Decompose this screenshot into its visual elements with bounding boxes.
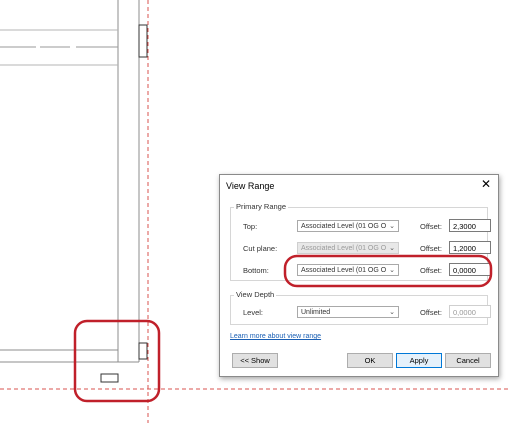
bottom-level-value: Associated Level (01 OG O — [301, 267, 387, 274]
depth-level-label: Level: — [243, 308, 264, 317]
top-level-value: Associated Level (01 OG O — [301, 223, 387, 230]
primary-range-label: Primary Range — [234, 202, 289, 211]
close-icon[interactable]: ✕ — [481, 178, 491, 190]
depth-offset-label: Offset: — [420, 308, 442, 317]
show-button[interactable]: << Show — [232, 353, 278, 368]
chevron-down-icon: ⌄ — [389, 267, 395, 274]
bottom-offset-label: Offset: — [420, 266, 442, 275]
learn-more-link[interactable]: Learn more about view range — [230, 333, 321, 340]
top-offset-label: Offset: — [420, 222, 442, 231]
ok-button[interactable]: OK — [347, 353, 393, 368]
chevron-down-icon: ⌄ — [389, 245, 395, 252]
dialog-title: View Range — [226, 181, 275, 191]
cut-plane-label: Cut plane: — [243, 244, 278, 253]
apply-button[interactable]: Apply — [396, 353, 442, 368]
primary-range-group: Primary Range Top: Associated Level (01 … — [230, 202, 491, 281]
chevron-down-icon: ⌄ — [389, 309, 395, 316]
top-offset-field[interactable]: 2,3000 — [449, 219, 491, 232]
view-depth-label: View Depth — [234, 290, 277, 299]
depth-level-select[interactable]: Unlimited ⌄ — [297, 306, 399, 318]
top-level-select[interactable]: Associated Level (01 OG O ⌄ — [297, 220, 399, 232]
cut-plane-level-value: Associated Level (01 OG O — [301, 245, 387, 252]
window-element — [138, 342, 148, 360]
bottom-label: Bottom: — [243, 266, 269, 275]
cut-plane-offset-field[interactable]: 1,2000 — [449, 241, 491, 254]
bottom-level-select[interactable]: Associated Level (01 OG O ⌄ — [297, 264, 399, 276]
chevron-down-icon: ⌄ — [389, 223, 395, 230]
cancel-button[interactable]: Cancel — [445, 353, 491, 368]
cut-plane-level-select[interactable]: Associated Level (01 OG O ⌄ — [297, 242, 399, 254]
bottom-offset-field[interactable]: 0,0000 — [449, 263, 491, 276]
window-element — [138, 24, 148, 58]
cut-plane-offset-label: Offset: — [420, 244, 442, 253]
view-range-dialog: View Range ✕ Primary Range Top: Associat… — [219, 174, 499, 377]
view-depth-group: View Depth Level: Unlimited ⌄ Offset: 0,… — [230, 290, 491, 325]
depth-level-value: Unlimited — [301, 309, 331, 316]
door-element — [100, 373, 119, 383]
top-label: Top: — [243, 222, 258, 231]
depth-offset-field[interactable]: 0,0000 — [449, 305, 491, 318]
